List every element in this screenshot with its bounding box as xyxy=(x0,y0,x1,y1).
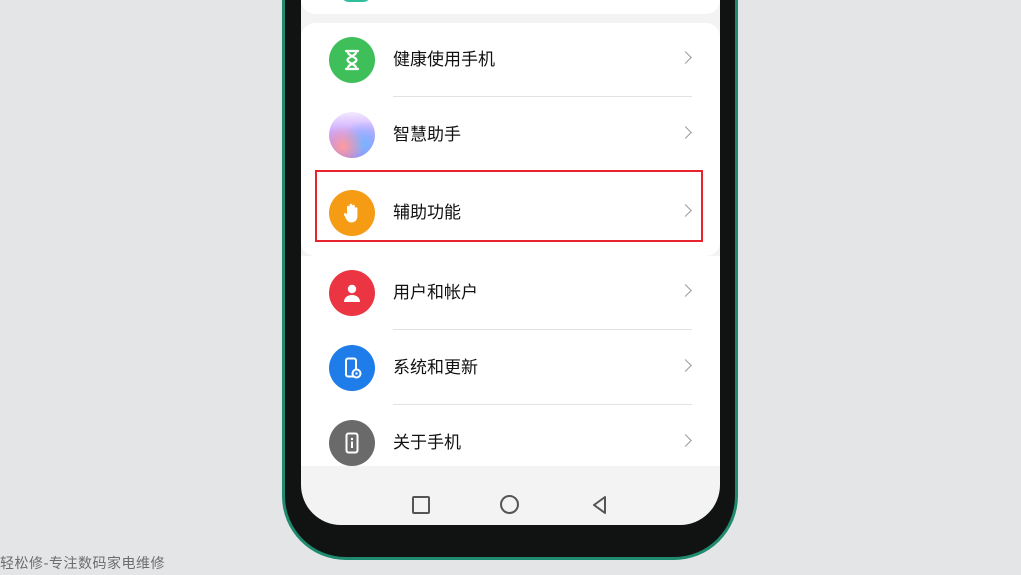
chevron-right-icon xyxy=(679,204,692,217)
hourglass-icon xyxy=(329,37,375,83)
recents-square-icon[interactable] xyxy=(411,495,431,515)
divider xyxy=(393,404,692,405)
hand-icon xyxy=(329,190,375,236)
divider xyxy=(393,96,692,97)
settings-group-2: 用户和帐户 系统和更新 关于手机 xyxy=(301,256,720,466)
settings-item-smart-assistant[interactable]: 智慧助手 xyxy=(301,98,720,172)
phone-info-icon xyxy=(329,420,375,466)
settings-item-label: 系统和更新 xyxy=(393,358,478,378)
settings-item-digital-balance[interactable]: 健康使用手机 xyxy=(301,23,720,97)
settings-item-users-accounts[interactable]: 用户和帐户 xyxy=(301,256,720,330)
settings-item-accessibility[interactable]: 辅助功能 xyxy=(301,176,720,250)
phone-settings-icon xyxy=(329,345,375,391)
settings-item-system-update[interactable]: 系统和更新 xyxy=(301,331,720,405)
chevron-right-icon xyxy=(679,359,692,372)
watermark: 轻松修-专注数码家电维修 xyxy=(0,556,166,572)
phone-screen: 健康使用手机 智慧助手 辅助功能 用户和帐户 系统和更新 关于手机 xyxy=(301,0,720,525)
partial-icon xyxy=(341,0,371,2)
settings-item-label: 辅助功能 xyxy=(393,203,461,223)
user-icon xyxy=(329,270,375,316)
chevron-right-icon xyxy=(679,284,692,297)
chevron-right-icon xyxy=(679,126,692,139)
settings-group-1: 健康使用手机 智慧助手 辅助功能 xyxy=(301,23,720,256)
divider xyxy=(393,329,692,330)
settings-item-label: 用户和帐户 xyxy=(393,283,478,303)
navigation-bar xyxy=(301,485,720,525)
settings-item-label: 健康使用手机 xyxy=(393,50,495,70)
settings-item-label: 智慧助手 xyxy=(393,125,461,145)
home-circle-icon[interactable] xyxy=(500,495,520,515)
settings-item-about-phone[interactable]: 关于手机 xyxy=(301,406,720,480)
chevron-right-icon xyxy=(679,434,692,447)
back-triangle-icon[interactable] xyxy=(590,495,610,515)
assistant-gradient-icon xyxy=(329,112,375,158)
chevron-right-icon xyxy=(679,51,692,64)
previous-settings-card xyxy=(301,0,720,14)
settings-item-label: 关于手机 xyxy=(393,433,461,453)
